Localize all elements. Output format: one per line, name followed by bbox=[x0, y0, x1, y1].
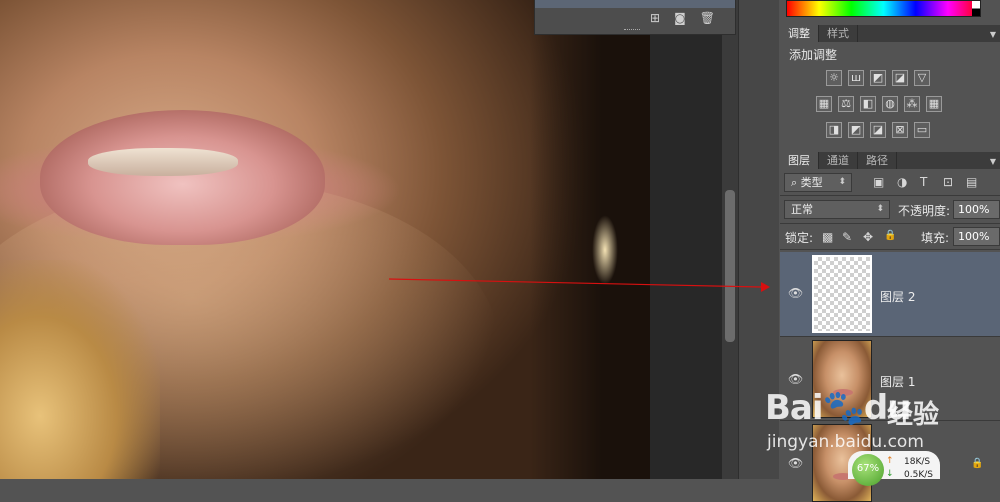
color-lookup-icon[interactable]: ▦ bbox=[926, 96, 942, 112]
layer-row-2[interactable]: 👁 图层 2 bbox=[780, 252, 1000, 337]
tab-adjustments[interactable]: 调整 bbox=[780, 25, 819, 42]
threshold-icon[interactable]: ◪ bbox=[870, 122, 886, 138]
selective-color-icon[interactable]: ⊠ bbox=[892, 122, 908, 138]
lock-position-icon[interactable]: ✥ bbox=[863, 230, 873, 244]
channel-mixer-icon[interactable]: ⁂ bbox=[904, 96, 920, 112]
opacity-label: 不透明度: bbox=[898, 204, 951, 218]
tab-layers[interactable]: 图层 bbox=[780, 152, 819, 169]
filter-type-icon[interactable]: T bbox=[920, 175, 927, 189]
layer-filter-dropdown[interactable]: ⌕ 类型 ⬍ bbox=[784, 173, 852, 192]
layers-tabbar: 图层 通道 路径 ▼ bbox=[780, 152, 1000, 169]
upload-arrow-icon: ↑ bbox=[886, 456, 894, 466]
tab-styles[interactable]: 样式 bbox=[819, 25, 858, 42]
trash-icon[interactable]: 🗑 bbox=[700, 11, 715, 25]
lock-transparent-icon[interactable]: ▩ bbox=[822, 230, 833, 244]
teeth-region bbox=[88, 148, 238, 176]
fill-label: 填充: bbox=[921, 231, 950, 245]
posterize-icon[interactable]: ◩ bbox=[848, 122, 864, 138]
adjustments-tabbar: 调整 样式 ▼ bbox=[780, 25, 1000, 42]
exposure-icon[interactable]: ◪ bbox=[892, 70, 908, 86]
levels-icon[interactable]: ш bbox=[848, 70, 864, 86]
blend-mode-dropdown[interactable]: 正常 ⬍ bbox=[784, 200, 890, 219]
tab-paths[interactable]: 路径 bbox=[858, 152, 897, 169]
document-canvas[interactable] bbox=[0, 0, 650, 479]
hair-region bbox=[0, 260, 160, 479]
filter-pixel-icon[interactable]: ▣ bbox=[873, 175, 884, 189]
layers-menu-icon[interactable]: ▼ bbox=[990, 157, 996, 166]
layer-thumbnail bbox=[812, 255, 872, 333]
layer-name[interactable]: 图层 2 bbox=[880, 288, 915, 305]
visibility-eye-icon[interactable]: 👁 bbox=[788, 372, 803, 386]
filter-shape-icon[interactable]: ⊡ bbox=[943, 175, 953, 189]
panel-menu-icon[interactable]: ▼ bbox=[990, 30, 996, 39]
network-percent-circle[interactable]: 67% bbox=[852, 454, 884, 486]
photo-filter-icon[interactable]: ◍ bbox=[882, 96, 898, 112]
adjustment-row-3: ◨ ◩ ◪ ⊠ ▭ bbox=[826, 122, 930, 138]
scrollbar-thumb[interactable] bbox=[725, 190, 735, 342]
camera-icon[interactable]: ◙ bbox=[674, 11, 686, 25]
vibrance-icon[interactable]: ▽ bbox=[914, 70, 930, 86]
pasteboard bbox=[650, 0, 722, 479]
new-layer-icon[interactable]: ⊞ bbox=[650, 11, 660, 25]
blend-mode-value: 正常 bbox=[791, 203, 813, 216]
lock-label: 锁定: bbox=[785, 231, 814, 245]
visibility-eye-icon[interactable]: 👁 bbox=[788, 286, 803, 300]
filter-adjustment-icon[interactable]: ◑ bbox=[897, 175, 907, 189]
color-spectrum[interactable] bbox=[786, 0, 981, 17]
black-white-icon[interactable]: ◧ bbox=[860, 96, 876, 112]
fill-field[interactable]: 100% bbox=[953, 227, 1000, 246]
history-item-selected[interactable] bbox=[535, 0, 735, 8]
color-balance-icon[interactable]: ⚖ bbox=[838, 96, 854, 112]
panel-resize-grip[interactable] bbox=[624, 29, 640, 33]
download-arrow-icon: ↓ bbox=[886, 469, 894, 479]
upload-speed: 18K/S bbox=[904, 457, 931, 467]
watermark-jingyan: 经验 bbox=[887, 400, 940, 430]
filter-type-label: 类型 bbox=[800, 176, 823, 189]
invert-icon[interactable]: ◨ bbox=[826, 122, 842, 138]
lock-all-icon[interactable]: 🔒 bbox=[884, 230, 896, 241]
opacity-field[interactable]: 100% bbox=[953, 200, 1000, 219]
filter-smart-object-icon[interactable]: ▤ bbox=[966, 175, 977, 189]
annotation-arrow bbox=[388, 278, 770, 292]
background-shadow bbox=[530, 0, 650, 479]
hue-saturation-icon[interactable]: ▦ bbox=[816, 96, 832, 112]
brightness-icon[interactable]: ☼ bbox=[826, 70, 842, 86]
lock-image-icon[interactable]: ✎ bbox=[842, 230, 852, 244]
adjustment-row-1: ☼ ш ◩ ◪ ▽ bbox=[826, 70, 930, 86]
search-icon: ⌕ bbox=[791, 176, 798, 189]
curves-icon[interactable]: ◩ bbox=[870, 70, 886, 86]
add-adjustment-title: 添加调整 bbox=[789, 48, 838, 62]
watermark-url: jingyan.baidu.com bbox=[767, 432, 924, 452]
lips-region bbox=[40, 110, 325, 245]
gradient-map-icon[interactable]: ▭ bbox=[914, 122, 930, 138]
adjustment-row-2: ▦ ⚖ ◧ ◍ ⁂ ▦ bbox=[816, 96, 942, 112]
earring-highlight bbox=[592, 215, 618, 285]
tab-channels[interactable]: 通道 bbox=[819, 152, 858, 169]
